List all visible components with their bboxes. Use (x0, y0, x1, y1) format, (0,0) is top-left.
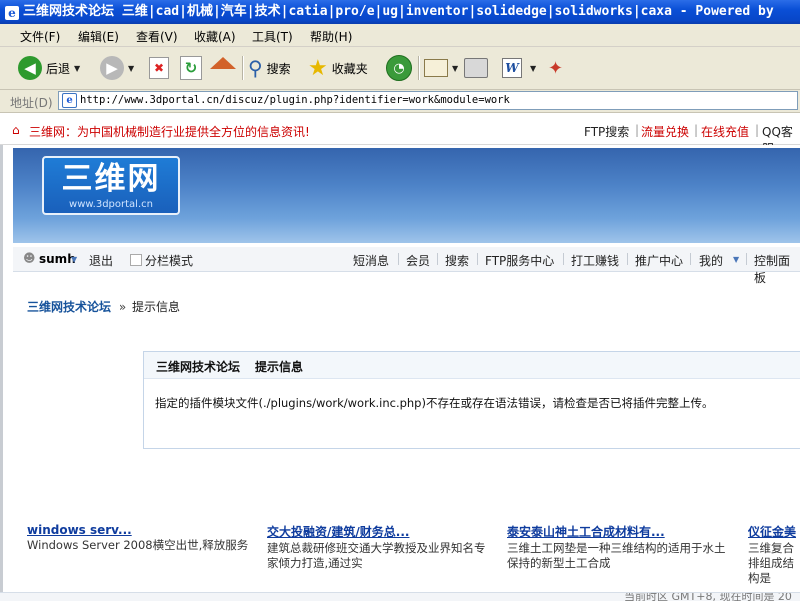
page-icon: e (62, 93, 77, 108)
refresh-button[interactable]: ↻ (180, 53, 202, 83)
menu-view[interactable]: 查看(V) (136, 28, 178, 45)
breadcrumb-current: 提示信息 (132, 300, 181, 314)
nav-promotion[interactable]: 推广中心 (635, 252, 683, 269)
refresh-icon: ↻ (180, 56, 202, 80)
nav-mine-dropdown-icon[interactable]: ▼ (733, 255, 739, 264)
breadcrumb-separator: » (118, 300, 127, 314)
message-header: 三维网技术论坛 提示信息 (144, 352, 800, 379)
ad-title[interactable]: 仪征金美 (748, 523, 800, 540)
forward-dropdown-icon[interactable]: ▼ (128, 64, 134, 73)
home-icon (210, 57, 236, 69)
favorites-button[interactable]: ★ 收藏夹 (308, 53, 368, 83)
nav-ftp-center[interactable]: FTP服务中心 (485, 252, 554, 269)
split-mode-label[interactable]: 分栏模式 (145, 252, 193, 269)
nav-control-panel[interactable]: 控制面板 (754, 252, 800, 286)
back-label: 后退 (46, 61, 71, 76)
menu-edit[interactable]: 编辑(E) (78, 28, 119, 45)
print-button[interactable] (464, 53, 488, 83)
menu-file[interactable]: 文件(F) (20, 28, 60, 45)
site-logo[interactable]: 三维网 www.3dportal.cn (42, 156, 180, 215)
site-slogan: 三维网：为中国机械制造行业提供全方位的信息资讯! (29, 125, 310, 139)
address-label: 地址(D) (10, 96, 53, 110)
search-button[interactable]: ⚲ 搜索 (248, 53, 291, 83)
home-button[interactable] (210, 53, 236, 83)
ad-description: 建筑总裁研修班交通大学教授及业界知名专家倾力打造,通过实 (267, 541, 486, 570)
search-icon: ⚲ (248, 56, 263, 80)
ad-item[interactable]: windows serv... Windows Server 2008横空出世,… (27, 523, 255, 553)
back-arrow-icon: ◀ (18, 56, 42, 80)
online-recharge-link[interactable]: 在线充值 (701, 123, 749, 140)
search-label: 搜索 (266, 61, 291, 76)
ad-description: Windows Server 2008横空出世,释放服务 (27, 538, 249, 552)
address-bar: 地址(D) e http://www.3dportal.cn/discuz/pl… (0, 90, 800, 113)
back-dropdown-icon[interactable]: ▼ (74, 64, 80, 73)
user-icon: ☻ (23, 251, 36, 265)
logo-url: www.3dportal.cn (69, 199, 153, 210)
mail-icon (424, 59, 448, 77)
ad-item[interactable]: 交大投融资/建筑/财务总... 建筑总裁研修班交通大学教授及业界知名专家倾力打造… (267, 523, 495, 571)
mail-button[interactable]: ▼ (424, 53, 458, 83)
edit-dropdown-icon[interactable]: ▼ (530, 64, 536, 73)
ad-description: 三维复合排组成结构是 (748, 541, 794, 585)
message-title-forum: 三维网技术论坛 (156, 360, 241, 374)
favorites-label: 收藏夹 (331, 61, 368, 76)
traffic-exchange-link[interactable]: 流量兑换 (641, 123, 689, 140)
menu-help[interactable]: 帮助(H) (310, 28, 352, 45)
nav-messages[interactable]: 短消息 (353, 252, 389, 269)
edit-button[interactable]: W ▼ (502, 53, 536, 83)
ie-app-icon: e (5, 6, 19, 20)
ad-title[interactable]: 交大投融资/建筑/财务总... (267, 523, 495, 540)
extra-tool-button[interactable]: ✦ (548, 53, 563, 83)
breadcrumb: 三维网技术论坛 » 提示信息 (27, 298, 180, 315)
breadcrumb-forum-link[interactable]: 三维网技术论坛 (27, 300, 111, 314)
ad-item[interactable]: 泰安泰山神土工合成材料有... 三维土工网垫是一种三维结构的适用于水土保持的新型… (507, 523, 735, 571)
ad-title[interactable]: 泰安泰山神土工合成材料有... (507, 523, 735, 540)
menu-favorites[interactable]: 收藏(A) (194, 28, 236, 45)
split-mode-checkbox[interactable] (130, 254, 142, 266)
address-url[interactable]: http://www.3dportal.cn/discuz/plugin.php… (80, 94, 510, 106)
star-icon: ★ (308, 55, 328, 81)
toolbar: ◀ 后退 ▼ ▶ ▼ ✖ ↻ ⚲ 搜索 ★ 收藏夹 ◔ ▼ W ▼ ✦ (0, 47, 800, 90)
nav-mine[interactable]: 我的 (699, 252, 723, 269)
window-title: 三维网技术论坛 三维|cad|机械|汽车|技术|catia|pro/e|ug|i… (23, 4, 774, 19)
printer-icon (464, 58, 488, 78)
history-button[interactable]: ◔ (386, 53, 412, 83)
user-dropdown-icon[interactable]: ▼ (71, 255, 77, 264)
message-body: 指定的插件模块文件(./plugins/work/work.inc.php)不存… (155, 396, 714, 410)
home-small-icon[interactable]: ⌂ (12, 123, 20, 137)
logout-link[interactable]: 退出 (89, 252, 113, 269)
forward-button[interactable]: ▶ ▼ (100, 53, 134, 83)
user-nav-bar: ☻ sumh ▼ 退出 分栏模式 短消息 会员 搜索 FTP服务中心 打工赚钱 … (13, 246, 800, 285)
logo-text: 三维网 (61, 161, 161, 197)
back-button[interactable]: ◀ 后退 ▼ (18, 53, 80, 83)
message-box: 三维网技术论坛 提示信息 指定的插件模块文件(./plugins/work/wo… (143, 351, 800, 449)
ad-item[interactable]: 仪征金美 三维复合排组成结构是 (748, 523, 800, 586)
forward-arrow-icon: ▶ (100, 56, 124, 80)
ftp-search-link[interactable]: FTP搜索 (584, 123, 629, 140)
site-notice-bar: ⌂ 三维网：为中国机械制造行业提供全方位的信息资讯! FTP搜索 | 流量兑换 … (0, 116, 800, 156)
page-left-border (0, 145, 3, 600)
mail-dropdown-icon[interactable]: ▼ (452, 64, 458, 73)
stop-button[interactable]: ✖ (149, 53, 169, 83)
message-title-label: 提示信息 (255, 360, 304, 374)
word-icon: W (502, 58, 522, 78)
nav-search[interactable]: 搜索 (445, 252, 469, 269)
stop-icon: ✖ (149, 57, 169, 79)
bird-logo-icon: ✦ (548, 57, 564, 79)
menu-bar: 文件(F) 编辑(E) 查看(V) 收藏(A) 工具(T) 帮助(H) (0, 24, 800, 47)
nav-members[interactable]: 会员 (406, 252, 430, 269)
menu-tools[interactable]: 工具(T) (252, 28, 293, 45)
history-clock-icon: ◔ (386, 55, 412, 81)
nav-work-earn[interactable]: 打工赚钱 (571, 252, 619, 269)
ad-title[interactable]: windows serv... (27, 523, 255, 537)
ad-description: 三维土工网垫是一种三维结构的适用于水土保持的新型土工合成 (507, 541, 726, 570)
window-title-bar[interactable]: e 三维网技术论坛 三维|cad|机械|汽车|技术|catia|pro/e|ug|… (0, 0, 800, 24)
